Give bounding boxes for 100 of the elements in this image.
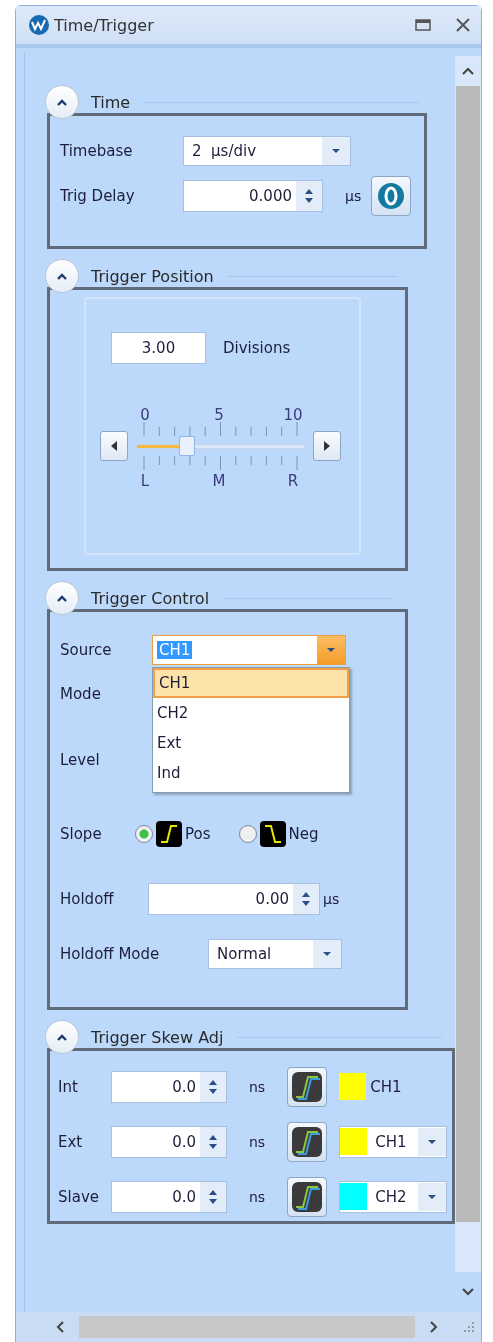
caret-icon	[322, 951, 332, 957]
rising-edge-icon	[156, 821, 182, 847]
chevron-up-icon	[56, 272, 68, 280]
holdoff-mode-dropdown[interactable]: Normal	[208, 939, 342, 969]
vertical-scrollbar[interactable]	[455, 56, 481, 1312]
number-field[interactable]: 0.0	[111, 1125, 227, 1158]
radio-label: Neg	[288, 825, 319, 843]
collapse-button[interactable]	[45, 581, 79, 615]
slider-track[interactable]	[136, 436, 305, 456]
dropdown-value: Normal	[216, 945, 273, 963]
scroll-down-icon[interactable]	[455, 1272, 481, 1312]
number-field[interactable]: 0.0	[111, 1070, 227, 1103]
edge-button[interactable]	[287, 1066, 328, 1107]
dropdown-value: CH1	[157, 641, 193, 659]
dropdown-arrow-button[interactable]	[418, 1127, 447, 1156]
up-down-arrows-icon	[304, 187, 314, 205]
maximize-icon[interactable]	[415, 18, 431, 32]
zero-button[interactable]	[371, 176, 412, 216]
zero-icon	[376, 181, 407, 211]
triangle-left-icon	[110, 440, 118, 452]
step-right-button[interactable]	[313, 431, 341, 461]
section-title: Time	[91, 92, 131, 112]
field-label: Slave	[58, 1187, 100, 1206]
dropdown-option[interactable]: Ext	[153, 728, 349, 758]
up-down-arrows-icon	[301, 890, 311, 908]
radio-button[interactable]	[135, 825, 153, 843]
field-label: Timebase	[60, 142, 134, 160]
field-label: Level	[60, 751, 100, 769]
dropdown-arrow-button[interactable]	[418, 1182, 447, 1211]
collapse-button[interactable]	[45, 259, 79, 293]
edge-button[interactable]	[287, 1176, 328, 1217]
field-label: Source	[60, 641, 113, 659]
position-field[interactable]: 3.00	[111, 332, 206, 364]
close-icon[interactable]	[455, 17, 471, 33]
scroll-right-icon[interactable]	[429, 1320, 439, 1334]
field-label: Trig Delay	[60, 187, 136, 205]
scale-label: M	[211, 472, 227, 490]
chevron-up-icon	[56, 594, 68, 602]
scrollbar-thumb[interactable]	[79, 1316, 415, 1338]
window-title: Time/Trigger	[54, 15, 154, 35]
section-title: Trigger Control	[91, 588, 210, 608]
dropdown-option[interactable]: CH1	[153, 668, 349, 698]
scale-label: 0	[139, 406, 151, 424]
channel-label: CH1	[370, 1077, 402, 1096]
dropdown-value: 2 µs/div	[191, 142, 258, 160]
triangle-right-icon	[323, 440, 331, 452]
radio-button[interactable]	[238, 825, 257, 843]
caret-icon	[427, 1193, 438, 1200]
resize-grip-icon[interactable]	[463, 1321, 475, 1333]
field-value: 0.00	[254, 890, 290, 908]
scale-label: 10	[282, 406, 304, 424]
unit-label: ns	[249, 1133, 266, 1150]
edge-waveform-icon	[292, 1071, 323, 1102]
number-field[interactable]: 0.0	[111, 1180, 227, 1213]
field-label: Slope	[60, 825, 103, 843]
edge-waveform-icon	[292, 1126, 323, 1157]
number-field[interactable]: 0.00	[148, 883, 320, 915]
channel-dropdown[interactable]: CH1	[339, 1125, 448, 1158]
caret-icon	[326, 647, 336, 653]
chevron-up-icon	[56, 98, 68, 106]
dropdown-option[interactable]: CH2	[153, 698, 349, 728]
spin-button[interactable]	[200, 1181, 226, 1212]
timebase-dropdown[interactable]: 2 µs/div	[183, 136, 351, 166]
edge-waveform-icon	[292, 1181, 323, 1212]
field-value: 0.0	[171, 1187, 197, 1206]
spin-button[interactable]	[293, 884, 319, 914]
dropdown-value: CH2	[374, 1187, 408, 1206]
edge-button[interactable]	[287, 1121, 328, 1162]
scale-label: L	[139, 472, 151, 490]
radio-label: Pos	[185, 825, 211, 843]
unit-label: ns	[249, 1078, 266, 1095]
spin-button[interactable]	[200, 1126, 226, 1157]
caret-icon	[427, 1138, 438, 1145]
collapse-button[interactable]	[45, 1020, 79, 1054]
scrollbar-thumb[interactable]	[456, 86, 480, 1222]
scale-label: R	[286, 472, 300, 490]
field-value: 0.000	[248, 187, 293, 205]
field-label: Ext	[58, 1132, 84, 1151]
collapse-button[interactable]	[45, 85, 79, 119]
caret-icon	[331, 148, 341, 154]
dropdown-option[interactable]: Ind	[153, 758, 349, 788]
field-label: Mode	[60, 685, 101, 703]
step-left-button[interactable]	[100, 431, 128, 461]
channel-dropdown[interactable]: CH2	[339, 1180, 448, 1213]
app-logo-icon	[28, 14, 50, 36]
chevron-up-icon	[56, 1033, 68, 1041]
field-label: Holdoff	[60, 890, 115, 908]
unit-label: Divisions	[223, 339, 291, 357]
falling-edge-icon	[259, 821, 286, 847]
field-label: Holdoff Mode	[60, 945, 161, 963]
spin-button[interactable]	[200, 1071, 226, 1102]
number-field[interactable]: 0.000	[183, 180, 323, 212]
unit-label: µs	[345, 188, 362, 204]
section-title: Trigger Skew Adj	[91, 1027, 224, 1047]
section-title: Trigger Position	[91, 266, 214, 286]
scroll-left-icon[interactable]	[55, 1320, 65, 1334]
unit-label: µs	[323, 891, 340, 907]
spin-button[interactable]	[296, 181, 322, 211]
slider-thumb[interactable]	[178, 436, 195, 456]
dropdown-value: CH1	[374, 1132, 408, 1151]
